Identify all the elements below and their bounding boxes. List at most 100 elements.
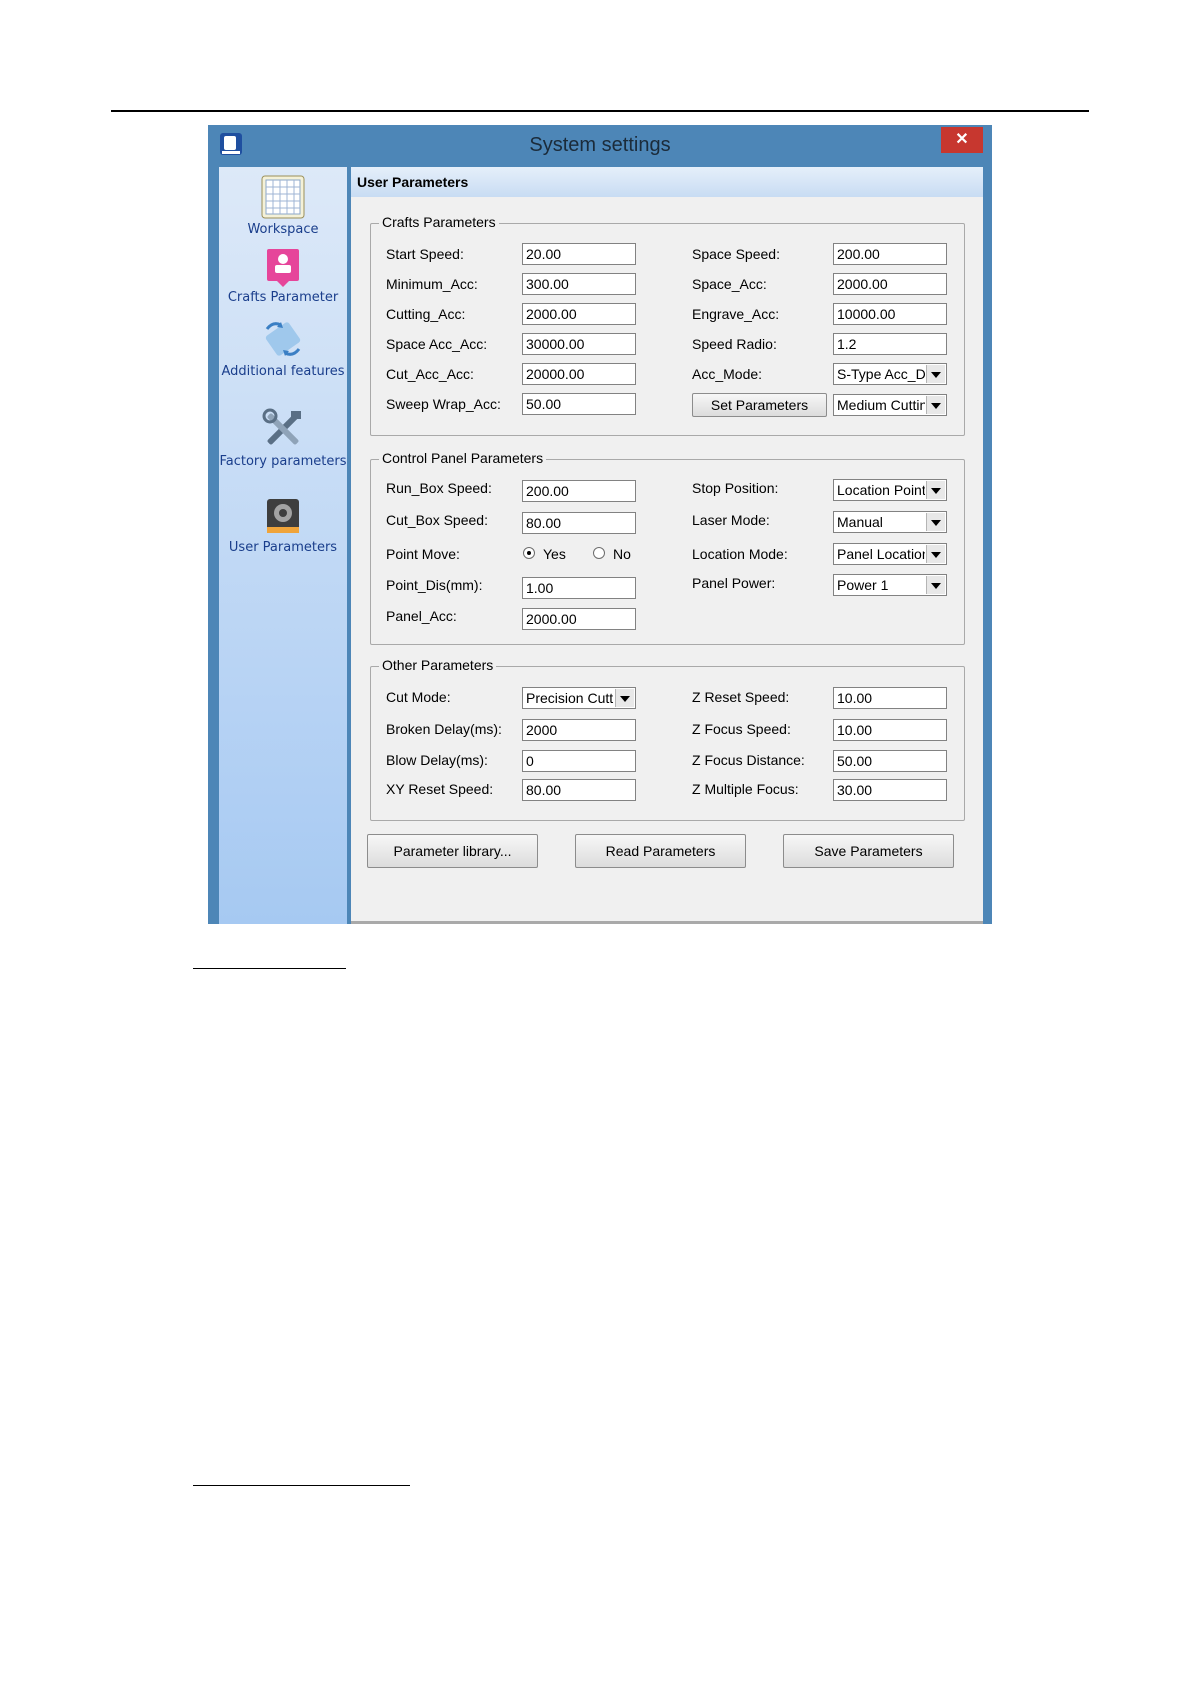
save-parameters-button[interactable]: Save Parameters [783,834,954,868]
space-acc-label: Space_Acc: [692,276,767,292]
space-acc-acc-label: Space Acc_Acc: [386,336,488,352]
crafts-parameters-group: Crafts Parameters Start Speed: 20.00 Min… [370,214,965,436]
acc-mode-label: Acc_Mode: [692,366,763,382]
z-multiple-focus-input[interactable]: 30.00 [833,779,947,801]
acc-mode-value: S-Type Acc_D [837,366,925,382]
other-parameters-legend: Other Parameters [379,657,497,673]
stop-position-label: Stop Position: [692,480,779,496]
engrave-acc-input[interactable]: 10000.00 [833,303,947,325]
chevron-down-icon[interactable] [615,689,634,707]
point-dis-label: Point_Dis(mm): [386,577,483,593]
sidebar-item-label: Factory parameters [219,454,347,469]
control-panel-parameters-legend: Control Panel Parameters [379,450,547,466]
laser-mode-select[interactable]: Manual [833,511,947,533]
system-settings-window: System settings ✕ Workspace Crafts Param… [208,125,992,924]
speed-radio-input[interactable]: 1.2 [833,333,947,355]
stop-position-select[interactable]: Location Point [833,479,947,501]
xy-reset-speed-label: XY Reset Speed: [386,781,494,797]
z-focus-distance-label: Z Focus Distance: [692,752,805,768]
stop-position-value: Location Point [837,482,925,498]
window-title: System settings [529,134,671,156]
xy-reset-speed-input[interactable]: 80.00 [522,779,636,801]
z-multiple-focus-label: Z Multiple Focus: [692,781,799,797]
sidebar-item-label: User Parameters [228,540,338,555]
content-panel: User Parameters Crafts Parameters Start … [351,167,983,924]
panel-acc-input[interactable]: 2000.00 [522,608,636,630]
footnote-rule [193,1485,410,1486]
run-box-speed-input[interactable]: 200.00 [522,480,636,502]
speed-radio-label: Speed Radio: [692,336,777,352]
z-reset-speed-input[interactable]: 10.00 [833,687,947,709]
z-focus-speed-input[interactable]: 10.00 [833,719,947,741]
space-acc-acc-input[interactable]: 30000.00 [522,333,636,355]
cut-mode-select[interactable]: Precision Cutting [522,687,636,709]
cutting-acc-label: Cutting_Acc: [386,306,466,322]
minimum-acc-input[interactable]: 300.00 [522,273,636,295]
point-move-label: Point Move: [386,546,460,562]
start-speed-label: Start Speed: [386,246,464,262]
cutting-mode-value: Medium Cutting [837,397,925,413]
point-move-yes-label: Yes [543,546,566,562]
crafts-parameters-legend: Crafts Parameters [379,214,499,230]
cut-box-speed-input[interactable]: 80.00 [522,512,636,534]
z-focus-distance-input[interactable]: 50.00 [833,750,947,772]
laser-mode-label: Laser Mode: [692,512,770,528]
sidebar-item-additional-features[interactable]: Additional features [219,317,347,380]
point-move-no-radio[interactable] [593,547,605,559]
close-button[interactable]: ✕ [941,127,983,153]
other-parameters-group: Other Parameters Cut Mode: Precision Cut… [370,657,965,821]
sweep-wrap-acc-label: Sweep Wrap_Acc: [386,396,501,412]
point-dis-input[interactable]: 1.00 [522,577,636,599]
chevron-down-icon[interactable] [926,396,945,414]
acc-mode-select[interactable]: S-Type Acc_D [833,363,947,385]
workspace-grid-icon [261,175,305,219]
sidebar-item-factory-parameters[interactable]: Factory parameters [219,407,347,470]
location-mode-label: Location Mode: [692,546,788,562]
read-parameters-button[interactable]: Read Parameters [575,834,746,868]
page-top-rule [111,110,1089,112]
crafts-parameter-icon [267,249,299,287]
start-speed-input[interactable]: 20.00 [522,243,636,265]
broken-delay-input[interactable]: 2000 [522,719,636,741]
panel-acc-label: Panel_Acc: [386,608,457,624]
panel-power-value: Power 1 [837,577,889,593]
factory-tools-icon [262,408,301,445]
chevron-down-icon[interactable] [926,576,945,594]
location-mode-select[interactable]: Panel Location [833,543,947,565]
engrave-acc-label: Engrave_Acc: [692,306,780,322]
sidebar-item-workspace[interactable]: Workspace [219,175,347,238]
minimum-acc-label: Minimum_Acc: [386,276,478,292]
page-title: User Parameters [351,167,983,197]
cut-mode-value: Precision Cutting [526,690,614,706]
panel-power-select[interactable]: Power 1 [833,574,947,596]
location-mode-value: Panel Location [837,546,925,562]
run-box-speed-label: Run_Box Speed: [386,480,492,496]
panel-bottom-edge [351,921,983,924]
point-move-no-label: No [613,546,631,562]
sidebar-item-user-parameters[interactable]: User Parameters [219,497,347,556]
sidebar-item-crafts-parameter[interactable]: Crafts Parameter [219,247,347,306]
footnote-rule [193,968,346,969]
chevron-down-icon[interactable] [926,513,945,531]
control-panel-parameters-group: Control Panel Parameters Run_Box Speed: … [370,450,965,645]
parameter-library-button[interactable]: Parameter library... [367,834,538,868]
space-speed-label: Space Speed: [692,246,780,262]
chevron-down-icon[interactable] [926,545,945,563]
cutting-acc-input[interactable]: 2000.00 [522,303,636,325]
cutting-mode-select[interactable]: Medium Cutting [833,394,947,416]
space-speed-input[interactable]: 200.00 [833,243,947,265]
sidebar: Workspace Crafts Parameter Additional fe… [219,167,347,924]
point-move-yes-radio[interactable] [523,547,535,559]
panel-power-label: Panel Power: [692,575,776,591]
laser-mode-value: Manual [837,514,883,530]
sidebar-item-label: Crafts Parameter [227,290,339,305]
cut-acc-acc-input[interactable]: 20000.00 [522,363,636,385]
chevron-down-icon[interactable] [926,365,945,383]
z-focus-speed-label: Z Focus Speed: [692,721,791,737]
space-acc-input[interactable]: 2000.00 [833,273,947,295]
set-parameters-button[interactable]: Set Parameters [692,393,827,417]
chevron-down-icon[interactable] [926,481,945,499]
blow-delay-input[interactable]: 0 [522,750,636,772]
sweep-wrap-acc-input[interactable]: 50.00 [522,393,636,415]
title-bar[interactable]: System settings ✕ [208,125,992,165]
